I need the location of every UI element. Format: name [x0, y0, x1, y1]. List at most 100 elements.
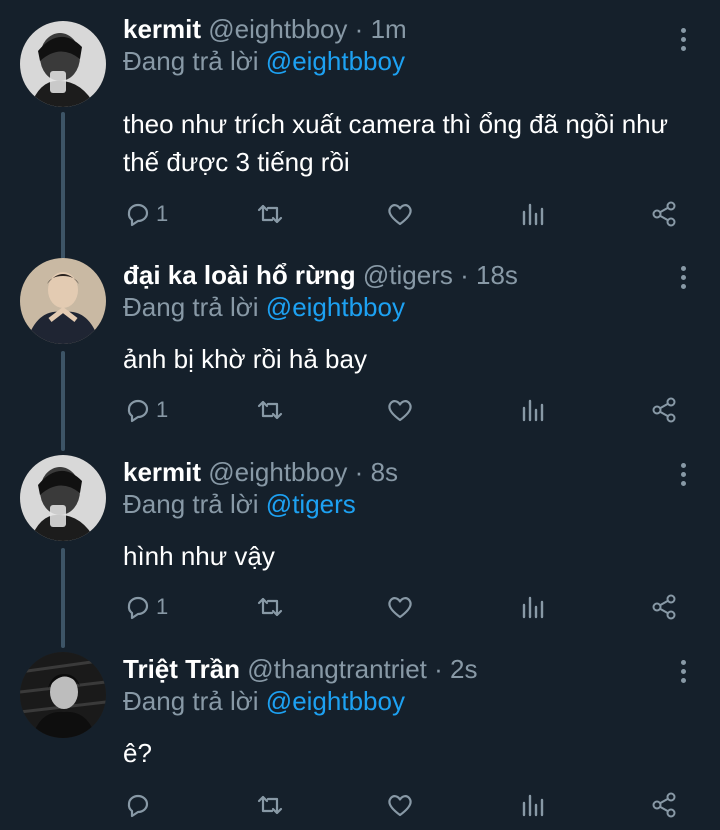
share-icon	[652, 792, 676, 818]
tweet-header: đại ka loài hổ rừng @tigers · 18s	[123, 260, 518, 290]
share-button[interactable]	[650, 197, 678, 231]
avatar-photo	[20, 21, 106, 107]
retweet-icon	[257, 400, 283, 420]
avatar-photo	[20, 258, 106, 344]
heart-icon	[388, 597, 412, 619]
tweet-text: hình như vậy	[123, 537, 693, 575]
analytics-button[interactable]	[519, 393, 547, 427]
timestamp[interactable]: 1m	[371, 14, 407, 44]
retweet-button[interactable]	[256, 393, 284, 427]
separator: ·	[354, 14, 364, 44]
display-name[interactable]: Triệt Trần	[123, 654, 240, 684]
replying-to-label: Đang trả lời	[123, 292, 259, 322]
replying-to: Đang trả lời @eightbboy	[123, 686, 405, 716]
reply-button[interactable]: 1	[124, 590, 168, 624]
heart-icon	[388, 795, 412, 817]
share-button[interactable]	[650, 393, 678, 427]
like-button[interactable]	[386, 393, 414, 427]
replying-to: Đang trả lời @tigers	[123, 489, 356, 519]
mention-link[interactable]: @eightbboy	[266, 292, 405, 322]
separator: ·	[460, 260, 469, 290]
more-options-icon[interactable]	[676, 660, 690, 688]
action-bar: 1	[0, 197, 720, 237]
analytics-icon	[522, 794, 544, 817]
tweet-text: ê?	[123, 734, 693, 772]
reply-button[interactable]: 1	[124, 197, 168, 231]
retweet-button[interactable]	[256, 590, 284, 624]
reply-count: 1	[156, 201, 169, 226]
tweet-header: Triệt Trần @thangtrantriet · 2s	[123, 654, 478, 684]
avatar[interactable]	[20, 455, 106, 541]
like-button[interactable]	[386, 590, 414, 624]
avatar[interactable]	[20, 21, 106, 107]
display-name[interactable]: đại ka loài hổ rừng	[123, 260, 356, 290]
analytics-icon	[522, 596, 544, 619]
user-handle[interactable]: @eightbboy	[208, 14, 347, 44]
action-bar	[0, 788, 720, 828]
replying-to-label: Đang trả lời	[123, 686, 259, 716]
avatar-photo	[20, 455, 106, 541]
analytics-button[interactable]	[519, 197, 547, 231]
display-name[interactable]: kermit	[123, 14, 201, 44]
action-bar: 1	[0, 393, 720, 433]
more-options-icon[interactable]	[676, 266, 690, 294]
share-button[interactable]	[650, 590, 678, 624]
share-icon	[652, 594, 676, 620]
thread-line	[61, 112, 65, 260]
tweet-text-line: theo như trích xuất camera thì ổng đã ng…	[123, 109, 669, 139]
share-icon	[652, 201, 676, 227]
share-icon	[652, 397, 676, 423]
reply-count: 1	[156, 594, 169, 619]
more-options-icon[interactable]	[676, 463, 690, 491]
heart-icon	[388, 400, 412, 422]
replying-to-label: Đang trả lời	[123, 46, 259, 76]
reply-icon	[127, 596, 149, 620]
separator: ·	[434, 654, 443, 684]
retweet-icon	[257, 597, 283, 617]
avatar-photo	[20, 652, 106, 738]
avatar[interactable]	[20, 652, 106, 738]
analytics-button[interactable]	[519, 590, 547, 624]
tweet-text-line: hình như vậy	[123, 541, 275, 571]
retweet-icon	[257, 204, 283, 224]
reply-icon	[127, 794, 149, 818]
analytics-button[interactable]	[519, 788, 547, 822]
mention-link[interactable]: @eightbboy	[266, 46, 405, 76]
user-handle[interactable]: @tigers	[363, 260, 453, 290]
retweet-button[interactable]	[256, 788, 284, 822]
tweet-header: kermit @eightbboy · 1m	[123, 14, 407, 44]
reply-button[interactable]: 1	[124, 393, 168, 427]
replying-to-label: Đang trả lời	[123, 489, 259, 519]
timestamp[interactable]: 8s	[371, 457, 398, 487]
retweet-icon	[257, 795, 283, 815]
tweet-text-line: thế được 3 tiếng rồi	[123, 147, 350, 177]
replying-to: Đang trả lời @eightbboy	[123, 292, 405, 322]
analytics-icon	[522, 203, 544, 226]
tweet-text-line: ảnh bị khờ rồi hả bay	[123, 344, 367, 374]
avatar[interactable]	[20, 258, 106, 344]
like-button[interactable]	[386, 788, 414, 822]
display-name[interactable]: kermit	[123, 457, 201, 487]
separator: ·	[354, 457, 364, 487]
tweet-text: theo như trích xuất camera thì ổng đã ng…	[123, 105, 693, 181]
more-options-icon[interactable]	[676, 28, 690, 56]
reply-icon	[127, 203, 149, 227]
reply-count: 1	[156, 397, 169, 422]
reply-button[interactable]	[124, 788, 156, 822]
heart-icon	[388, 204, 412, 226]
share-button[interactable]	[650, 788, 678, 822]
tweet-text-line: ê?	[123, 738, 152, 768]
timestamp[interactable]: 18s	[476, 260, 518, 290]
replying-to: Đang trả lời @eightbboy	[123, 46, 405, 76]
action-bar: 1	[0, 590, 720, 630]
retweet-button[interactable]	[256, 197, 284, 231]
timestamp[interactable]: 2s	[450, 654, 477, 684]
tweet-text: ảnh bị khờ rồi hả bay	[123, 340, 693, 378]
analytics-icon	[522, 399, 544, 422]
user-handle[interactable]: @thangtrantriet	[247, 654, 427, 684]
tweet-header: kermit @eightbboy · 8s	[123, 457, 398, 487]
mention-link[interactable]: @eightbboy	[266, 686, 405, 716]
mention-link[interactable]: @tigers	[266, 489, 356, 519]
like-button[interactable]	[386, 197, 414, 231]
user-handle[interactable]: @eightbboy	[208, 457, 347, 487]
